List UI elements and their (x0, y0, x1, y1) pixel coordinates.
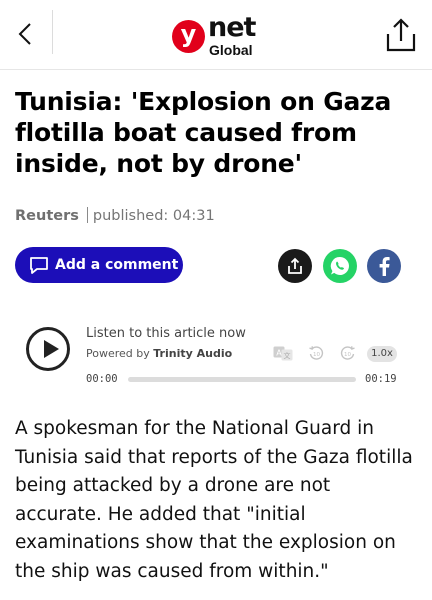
logo-y: y (172, 20, 205, 53)
meta-divider (86, 207, 88, 223)
share-icon (288, 257, 302, 274)
divider (52, 10, 53, 54)
speech-bubble-icon (30, 257, 48, 274)
svg-text:文: 文 (284, 351, 291, 360)
progress-track[interactable] (128, 377, 356, 382)
current-time: 00:00 (86, 373, 118, 385)
translate-button[interactable]: A 文 (272, 345, 294, 361)
forward-10-icon: 10 (340, 346, 355, 360)
logo-global: Global (209, 42, 253, 58)
svg-text:10: 10 (313, 352, 320, 358)
article-meta: Reuters published: 04:31 (15, 207, 215, 224)
translate-icon: A 文 (273, 346, 293, 360)
playback-speed-button[interactable]: 1.0x (367, 346, 397, 362)
share-article-button[interactable] (278, 249, 312, 283)
svg-text:10: 10 (344, 352, 351, 358)
whatsapp-icon (330, 256, 349, 275)
rewind-button[interactable]: 10 (307, 345, 325, 361)
facebook-share-button[interactable] (367, 249, 401, 283)
trinity-audio-brand: Trinity Audio (153, 347, 233, 360)
whatsapp-share-button[interactable] (323, 249, 357, 283)
publish-time: published: 04:31 (92, 208, 215, 224)
back-button[interactable] (10, 14, 40, 54)
share-icon (386, 18, 416, 52)
powered-by: Powered by Trinity Audio (86, 347, 232, 360)
rewind-10-icon: 10 (309, 346, 324, 360)
add-comment-button[interactable]: Add a comment (15, 247, 183, 283)
play-button[interactable] (26, 327, 70, 371)
facebook-icon (379, 257, 390, 276)
powered-prefix: Powered by (86, 347, 150, 360)
article-source: Reuters (15, 208, 79, 224)
ynet-global-logo[interactable]: y net Global (170, 12, 270, 60)
article-body: A spokesman for the National Guard in Tu… (15, 418, 413, 582)
svg-text:A: A (276, 348, 282, 357)
forward-button[interactable]: 10 (339, 345, 357, 361)
duration: 00:19 (365, 373, 397, 385)
listen-label: Listen to this article now (86, 326, 246, 341)
audio-player: Listen to this article now Powered by Tr… (22, 320, 412, 390)
share-button[interactable] (384, 16, 418, 54)
top-navigation-bar: y net Global (0, 0, 432, 70)
article-headline: Tunisia: 'Explosion on Gaza flotilla boa… (15, 87, 392, 178)
logo-net: net (208, 12, 256, 43)
add-comment-label: Add a comment (55, 257, 179, 273)
chevron-left-icon (18, 23, 31, 45)
